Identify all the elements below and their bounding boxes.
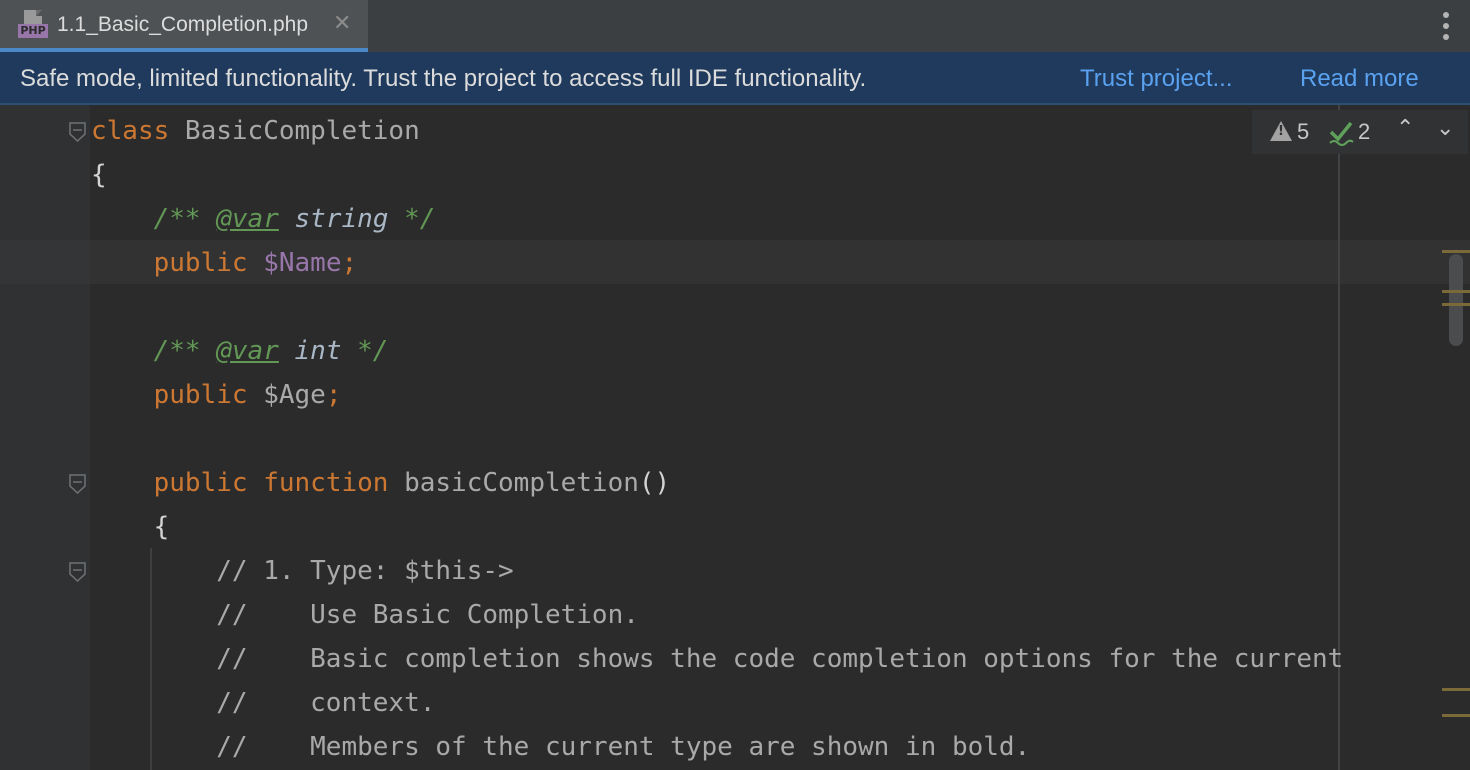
code-line[interactable]: /** @var string */ bbox=[91, 197, 1343, 241]
code-line[interactable]: public $Age; bbox=[91, 373, 1343, 417]
weak-warning-count: 2 bbox=[1358, 119, 1371, 144]
code-token: BasicCompletion bbox=[184, 116, 420, 146]
warning-count: 5 bbox=[1297, 119, 1310, 144]
php-file-icon: PHP bbox=[18, 10, 50, 40]
code-line[interactable]: { bbox=[91, 153, 1343, 197]
code-token: */ bbox=[388, 204, 436, 234]
code-line[interactable]: // context. bbox=[91, 681, 1343, 725]
editor-tab-bar: PHP 1.1_Basic_Completion.php ✕ bbox=[0, 0, 1470, 52]
code-line[interactable]: // Basic completion shows the code compl… bbox=[91, 637, 1343, 681]
code-token: public bbox=[153, 248, 264, 278]
more-vertical-icon[interactable] bbox=[1437, 10, 1455, 42]
warning-icon bbox=[1270, 121, 1292, 141]
editor-tab-active[interactable]: PHP 1.1_Basic_Completion.php ✕ bbox=[0, 0, 368, 52]
code-token: // context. bbox=[216, 688, 436, 718]
code-token: @var bbox=[216, 336, 279, 366]
code-editor[interactable]: class BasicCompletion { /** @var string *… bbox=[91, 109, 1343, 769]
code-line[interactable]: /** @var int */ bbox=[91, 329, 1343, 373]
code-token: basicCompletion bbox=[404, 468, 639, 498]
weak-warning-check-icon bbox=[1329, 121, 1354, 146]
vertical-scrollbar-thumb[interactable] bbox=[1449, 254, 1463, 346]
close-tab-icon[interactable]: ✕ bbox=[333, 11, 351, 36]
error-stripe-marker[interactable] bbox=[1442, 250, 1470, 253]
code-line[interactable] bbox=[91, 417, 1343, 461]
code-token: () bbox=[638, 468, 671, 498]
error-stripe-marker[interactable] bbox=[1442, 714, 1470, 717]
code-line[interactable]: // 1. Type: $this-> bbox=[91, 549, 1343, 593]
trust-project-link[interactable]: Trust project... bbox=[1080, 65, 1232, 93]
code-line[interactable]: { bbox=[91, 505, 1343, 549]
code-line[interactable]: // Use Basic Completion. bbox=[91, 593, 1343, 637]
inspection-widget[interactable]: 5 2 ⌃ ⌄ bbox=[1252, 110, 1468, 154]
code-token: { bbox=[153, 512, 170, 542]
code-line[interactable]: public function basicCompletion() bbox=[91, 461, 1343, 505]
code-token: $Age bbox=[263, 380, 326, 410]
code-token: $Name bbox=[263, 248, 342, 278]
code-token: @var bbox=[216, 204, 279, 234]
code-token: // 1. Type: $this-> bbox=[216, 556, 514, 586]
code-token: // Use Basic Completion. bbox=[216, 600, 639, 630]
code-token: public bbox=[153, 468, 264, 498]
code-token: { bbox=[91, 160, 107, 190]
chevron-up-icon[interactable]: ⌃ bbox=[1396, 116, 1414, 141]
error-stripe-marker[interactable] bbox=[1442, 290, 1470, 293]
code-token: */ bbox=[341, 336, 389, 366]
chevron-down-icon[interactable]: ⌄ bbox=[1436, 116, 1454, 141]
code-token: function bbox=[263, 468, 405, 498]
fold-marker-icon[interactable] bbox=[69, 474, 86, 494]
code-token: class bbox=[91, 116, 185, 146]
code-line[interactable]: // Members of the current type are shown… bbox=[91, 725, 1343, 769]
code-token: // Basic completion shows the code compl… bbox=[216, 644, 1344, 674]
code-token: /** bbox=[153, 204, 217, 234]
error-stripe-marker[interactable] bbox=[1442, 688, 1470, 691]
code-line[interactable]: public $Name; bbox=[91, 241, 1343, 285]
safe-mode-banner: Safe mode, limited functionality. Trust … bbox=[0, 52, 1470, 105]
error-stripe-marker[interactable] bbox=[1442, 303, 1470, 306]
banner-message: Safe mode, limited functionality. Trust … bbox=[20, 65, 867, 92]
code-token: public bbox=[153, 380, 264, 410]
fold-marker-icon[interactable] bbox=[69, 122, 86, 142]
code-token: int bbox=[278, 336, 342, 366]
fold-marker-icon[interactable] bbox=[69, 562, 86, 582]
editor-gutter[interactable] bbox=[0, 105, 90, 770]
code-token: /** bbox=[153, 336, 217, 366]
code-line[interactable] bbox=[91, 285, 1343, 329]
code-line[interactable]: class BasicCompletion bbox=[91, 109, 1343, 153]
read-more-link[interactable]: Read more bbox=[1300, 65, 1419, 93]
code-token: ; bbox=[325, 380, 342, 410]
current-line-gutter bbox=[0, 240, 90, 284]
code-token: // Members of the current type are shown… bbox=[216, 732, 1031, 762]
code-token: ; bbox=[341, 248, 358, 278]
code-token: string bbox=[278, 204, 389, 234]
tab-title: 1.1_Basic_Completion.php bbox=[57, 13, 308, 36]
